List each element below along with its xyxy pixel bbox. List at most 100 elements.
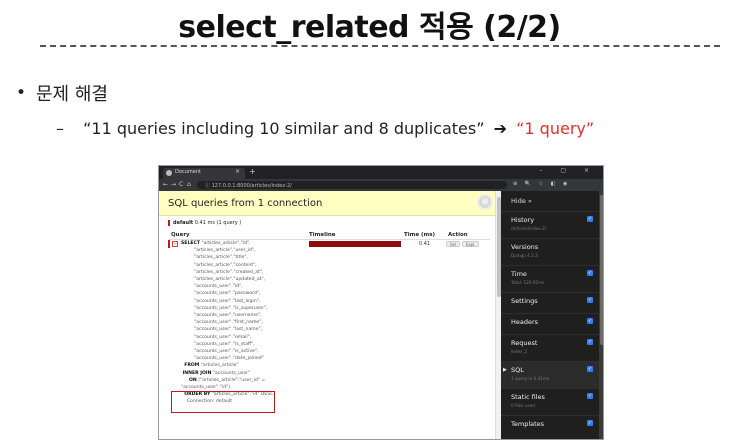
- toolbar-scroll-thumb[interactable]: [600, 195, 603, 345]
- active-arrow-icon: ▶: [503, 367, 507, 373]
- sel-button[interactable]: Sel: [446, 241, 461, 247]
- toolbar-item-versions[interactable]: Versions Django 4.2.3: [501, 238, 599, 265]
- sql-line: INNER JOIN "accounts_user": [181, 370, 273, 377]
- sql-fragment: "accounts_user"."first_name",: [181, 320, 263, 326]
- toolbar-item-time[interactable]: Time Total: 129.02ms ✓: [501, 265, 599, 292]
- sql-fragment: "articles_article"."title",: [181, 255, 249, 261]
- sql-line: "accounts_user"."first_name",: [181, 319, 273, 326]
- toolbar-item-static-files[interactable]: Static files 0 files used ✓: [501, 388, 599, 415]
- panel-title: SQL queries from 1 connection: [168, 198, 323, 209]
- toolbar-item-request[interactable]: Request index_2 ✓: [501, 334, 599, 361]
- sql-line: "accounts_user"."date_joined": [181, 355, 273, 362]
- sql-fragment: "accounts_user"."is_staff",: [181, 341, 255, 347]
- timeline-bar: [309, 241, 401, 247]
- browser-screenshot: Document × + – ▢ × ← → C ⌂ ⓘ 127.0.0.1:8…: [158, 165, 604, 440]
- toolbar-item-templates[interactable]: Templates ✓: [501, 415, 599, 439]
- checkbox-icon[interactable]: ✓: [587, 216, 593, 222]
- sql-fragment: "accounts_user"."id",: [181, 284, 243, 290]
- bullet-dot: •: [16, 83, 27, 103]
- sql-line: "accounts_user"."password",: [181, 290, 273, 297]
- checkbox-icon[interactable]: ✓: [587, 420, 593, 426]
- toolbar-item-title: Settings: [511, 297, 538, 305]
- sub-quote: “11 queries including 10 similar and 8 d…: [83, 119, 485, 138]
- sql-fragment: "articles_article"."content",: [181, 262, 257, 268]
- sql-line: "accounts_user"."is_active",: [181, 348, 273, 355]
- col-query: Query: [171, 232, 190, 238]
- toolbar-item-subtitle: 0 files used: [511, 403, 535, 408]
- sql-fragment: "accounts_user"."date_joined": [181, 356, 264, 362]
- collapse-icon[interactable]: −: [172, 241, 178, 247]
- sql-line: "articles_article"."updated_at",: [181, 276, 273, 283]
- expl-button[interactable]: Expl: [462, 241, 479, 247]
- checkbox-icon[interactable]: ✓: [587, 297, 593, 303]
- bullet-text: 문제 해결: [36, 84, 108, 105]
- toolbar-scrollbar[interactable]: [599, 191, 603, 439]
- browser-toolbar: ← → C ⌂ ⓘ 127.0.0.1:8000/articles/index-…: [159, 179, 603, 191]
- home-icon[interactable]: ⌂: [187, 181, 191, 188]
- checkbox-icon[interactable]: ✓: [587, 270, 593, 276]
- sql-line: "accounts_user"."last_login",: [181, 298, 273, 305]
- forward-icon[interactable]: →: [171, 181, 176, 188]
- sql-line: FROM "articles_article": [181, 362, 273, 369]
- sql-line: ON ("articles_article"."user_id" =: [181, 377, 273, 384]
- right-arrow-icon: ➔: [493, 119, 508, 138]
- sql-line: SELECT "articles_article"."id",: [181, 240, 273, 247]
- title-divider: [40, 45, 720, 47]
- toolbar-item-headers[interactable]: Headers ✓: [501, 313, 599, 334]
- toolbar-item-history[interactable]: History/articles/index-2/ ✓: [501, 211, 599, 238]
- sql-keyword: FROM: [181, 363, 200, 369]
- sql-fragment: "articles_article"."user_id",: [181, 248, 256, 254]
- back-icon[interactable]: ←: [163, 181, 168, 188]
- toolbar-item-sql[interactable]: ▶ SQL 1 query in 0.41ms ✓: [501, 361, 599, 388]
- toolbar-item-title: Templates: [511, 420, 545, 428]
- sub-result: “1 query”: [516, 119, 595, 138]
- highlight-box: [171, 391, 275, 413]
- sql-line: "articles_article"."title",: [181, 254, 273, 261]
- checkbox-icon[interactable]: ✓: [587, 318, 593, 324]
- toolbar-item-title: Time: [511, 270, 527, 278]
- sql-fragment: "accounts_user"."id"): [181, 385, 230, 391]
- sql-keyword: ON: [181, 377, 197, 383]
- reload-icon[interactable]: C: [179, 181, 183, 188]
- toolbar-item-title: History: [511, 216, 535, 224]
- sub-dash: –: [56, 119, 64, 138]
- close-icon[interactable]: ⊗: [477, 194, 493, 210]
- tab-title: Document: [175, 169, 201, 175]
- sql-keyword: SELECT: [181, 241, 201, 246]
- query-time: 0.41: [419, 241, 431, 247]
- browser-tab[interactable]: Document ×: [163, 168, 245, 179]
- sql-query-text: SELECT "articles_article"."id", "article…: [181, 240, 273, 406]
- hide-toolbar-link[interactable]: Hide »: [511, 197, 532, 205]
- address-bar[interactable]: ⓘ 127.0.0.1:8000/articles/index-2/: [197, 181, 507, 189]
- sql-line: "articles_article"."content",: [181, 262, 273, 269]
- col-time: Time (ms): [404, 232, 436, 238]
- col-action: Action: [448, 232, 468, 238]
- page-content: SQL queries from 1 connection ⊗ default …: [159, 191, 603, 439]
- toolbar-item-subtitle: 1 query in 0.41ms: [511, 376, 550, 381]
- sql-fragment: ("articles_article"."user_id" =: [196, 377, 266, 383]
- connection-label: default 0.41 ms (1 query ): [168, 220, 241, 226]
- sql-fragment: "accounts_user"."username",: [181, 313, 262, 319]
- url-text: ⓘ 127.0.0.1:8000/articles/index-2/: [205, 183, 292, 189]
- toolbar-item-title: SQL: [511, 366, 524, 374]
- sql-line: "accounts_user"."last_name",: [181, 326, 273, 333]
- toolbar-icons[interactable]: ⊕ 🔍 ☆ ◧ ◉: [513, 181, 570, 187]
- checkbox-icon[interactable]: ✓: [587, 339, 593, 345]
- toolbar-item-subtitle: Total: 129.02ms: [511, 280, 545, 285]
- sql-fragment: "articles_article"."created_at",: [181, 269, 264, 275]
- checkbox-icon[interactable]: ✓: [587, 366, 593, 372]
- close-icon[interactable]: ×: [235, 168, 240, 175]
- sql-fragment: "accounts_user"."email",: [181, 334, 252, 340]
- toolbar-item-settings[interactable]: Settings ✓: [501, 292, 599, 313]
- new-tab-button[interactable]: +: [249, 167, 256, 176]
- db-name: default: [173, 220, 194, 226]
- globe-icon: [166, 170, 172, 176]
- slide-title: select_related 적용 (2/2): [178, 10, 561, 45]
- db-stats: 0.41 ms (1 query ): [193, 220, 242, 226]
- sql-line: "accounts_user"."id",: [181, 283, 273, 290]
- checkbox-icon[interactable]: ✓: [587, 393, 593, 399]
- sql-fragment: "accounts_user"."password",: [181, 291, 261, 297]
- toolbar-item-title: Request: [511, 339, 538, 347]
- window-controls[interactable]: – ▢ ×: [539, 167, 597, 174]
- toolbar-item-title: Static files: [511, 393, 545, 401]
